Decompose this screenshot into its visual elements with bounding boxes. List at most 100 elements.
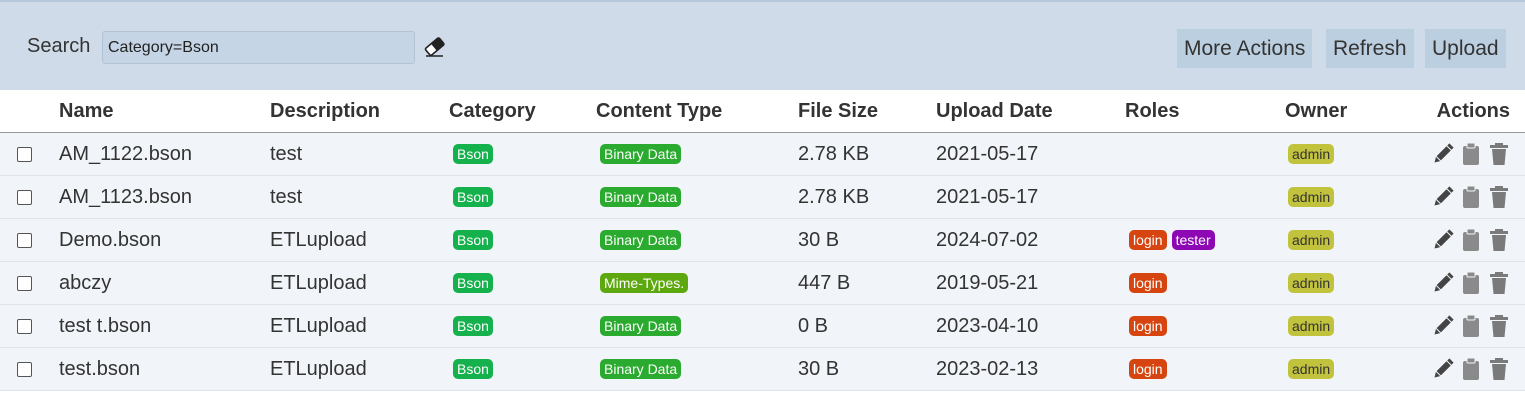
clipboard-icon[interactable] <box>1460 357 1482 381</box>
refresh-button[interactable]: Refresh <box>1326 29 1414 68</box>
header-actions: Actions <box>1425 90 1525 133</box>
row-checkbox[interactable] <box>17 146 32 162</box>
role-badge: login <box>1129 359 1167 380</box>
upload-date: 2024-07-02 <box>936 218 1125 262</box>
upload-button[interactable]: Upload <box>1425 29 1506 68</box>
category-badge: Bson <box>453 316 493 337</box>
row-checkbox[interactable] <box>17 189 32 205</box>
role-badge: login <box>1129 316 1167 337</box>
search-label: Search <box>27 35 91 57</box>
file-name[interactable]: abczy <box>59 261 270 305</box>
search-input[interactable] <box>102 31 415 64</box>
pencil-icon[interactable] <box>1432 142 1454 166</box>
table-row[interactable]: test.bson ETLupload Bson Binary Data 30 B 202… <box>0 347 1525 391</box>
header-select <box>0 90 59 133</box>
clipboard-icon[interactable] <box>1460 228 1482 252</box>
file-name[interactable]: AM_1123.bson <box>59 175 270 219</box>
file-name[interactable]: Demo.bson <box>59 218 270 262</box>
pencil-icon[interactable] <box>1432 271 1454 295</box>
pencil-icon[interactable] <box>1432 185 1454 209</box>
upload-date: 2019-05-21 <box>936 261 1125 305</box>
category-badge: Bson <box>453 144 493 165</box>
file-size: 30 B <box>798 347 936 391</box>
upload-date: 2021-05-17 <box>936 132 1125 176</box>
row-checkbox[interactable] <box>17 361 32 377</box>
table-header-row: Name Description Category Content Type F… <box>0 90 1525 133</box>
file-name[interactable]: test.bson <box>59 347 270 391</box>
owner-badge: admin <box>1288 316 1335 337</box>
header-file-size[interactable]: File Size <box>798 90 936 133</box>
category-badge: Bson <box>453 273 493 294</box>
file-description: test <box>270 132 449 176</box>
row-checkbox[interactable] <box>17 275 32 291</box>
file-description: ETLupload <box>270 304 449 348</box>
trash-icon[interactable] <box>1488 185 1510 209</box>
roles-cell: login <box>1125 347 1285 391</box>
header-roles[interactable]: Roles <box>1125 90 1285 133</box>
pencil-icon[interactable] <box>1432 228 1454 252</box>
table-row[interactable]: AM_1122.bson test Bson Binary Data 2.78 KB 20… <box>0 132 1525 176</box>
trash-icon[interactable] <box>1488 271 1510 295</box>
file-size: 447 B <box>798 261 936 305</box>
table-row[interactable]: Demo.bson ETLupload Bson Binary Data 30 B 202… <box>0 218 1525 262</box>
row-checkbox[interactable] <box>17 318 32 334</box>
header-description[interactable]: Description <box>270 90 449 133</box>
owner-badge: admin <box>1288 144 1335 165</box>
trash-icon[interactable] <box>1488 357 1510 381</box>
pencil-icon[interactable] <box>1432 357 1454 381</box>
table-row[interactable]: abczy ETLupload Bson Mime-Types. 447 B 2019-0… <box>0 261 1525 305</box>
file-size: 30 B <box>798 218 936 262</box>
more-actions-button[interactable]: More Actions <box>1177 29 1313 68</box>
owner-badge: admin <box>1288 187 1335 208</box>
toolbar: Search More Actions Refresh Upload <box>0 0 1525 90</box>
header-name[interactable]: Name <box>59 90 270 133</box>
roles-cell: login <box>1125 261 1285 305</box>
file-description: test <box>270 175 449 219</box>
header-category[interactable]: Category <box>449 90 596 133</box>
trash-icon[interactable] <box>1488 314 1510 338</box>
upload-date: 2023-04-10 <box>936 304 1125 348</box>
header-upload-date[interactable]: Upload Date <box>936 90 1125 133</box>
roles-cell <box>1125 175 1285 219</box>
category-badge: Bson <box>453 230 493 251</box>
category-badge: Bson <box>453 359 493 380</box>
row-actions <box>1425 261 1525 305</box>
roles-cell: login tester <box>1125 218 1285 262</box>
file-description: ETLupload <box>270 218 449 262</box>
role-badge: tester <box>1171 230 1215 251</box>
trash-icon[interactable] <box>1488 228 1510 252</box>
row-actions <box>1425 132 1525 176</box>
table-row[interactable]: test t.bson ETLupload Bson Binary Data 0 B 20… <box>0 304 1525 348</box>
table-row[interactable]: AM_1123.bson test Bson Binary Data 2.78 KB 20… <box>0 175 1525 219</box>
trash-icon[interactable] <box>1488 142 1510 166</box>
file-description: ETLupload <box>270 261 449 305</box>
row-actions <box>1425 347 1525 391</box>
eraser-icon[interactable] <box>423 36 447 58</box>
content-type-badge: Binary Data <box>600 187 682 208</box>
file-size: 0 B <box>798 304 936 348</box>
content-type-badge: Binary Data <box>600 359 682 380</box>
file-name[interactable]: test t.bson <box>59 304 270 348</box>
file-name[interactable]: AM_1122.bson <box>59 132 270 176</box>
clipboard-icon[interactable] <box>1460 314 1482 338</box>
role-badge: login <box>1129 230 1167 251</box>
roles-cell <box>1125 132 1285 176</box>
owner-badge: admin <box>1288 230 1335 251</box>
content-type-badge: Binary Data <box>600 144 682 165</box>
header-content-type[interactable]: Content Type <box>596 90 798 133</box>
clipboard-icon[interactable] <box>1460 185 1482 209</box>
header-owner[interactable]: Owner <box>1285 90 1425 133</box>
content-type-badge: Mime-Types. <box>600 273 689 294</box>
row-actions <box>1425 218 1525 262</box>
pencil-icon[interactable] <box>1432 314 1454 338</box>
file-description: ETLupload <box>270 347 449 391</box>
owner-badge: admin <box>1288 273 1335 294</box>
clipboard-icon[interactable] <box>1460 142 1482 166</box>
owner-badge: admin <box>1288 359 1335 380</box>
file-size: 2.78 KB <box>798 175 936 219</box>
content-type-badge: Binary Data <box>600 230 682 251</box>
row-checkbox[interactable] <box>17 232 32 248</box>
row-actions <box>1425 304 1525 348</box>
clipboard-icon[interactable] <box>1460 271 1482 295</box>
category-badge: Bson <box>453 187 493 208</box>
